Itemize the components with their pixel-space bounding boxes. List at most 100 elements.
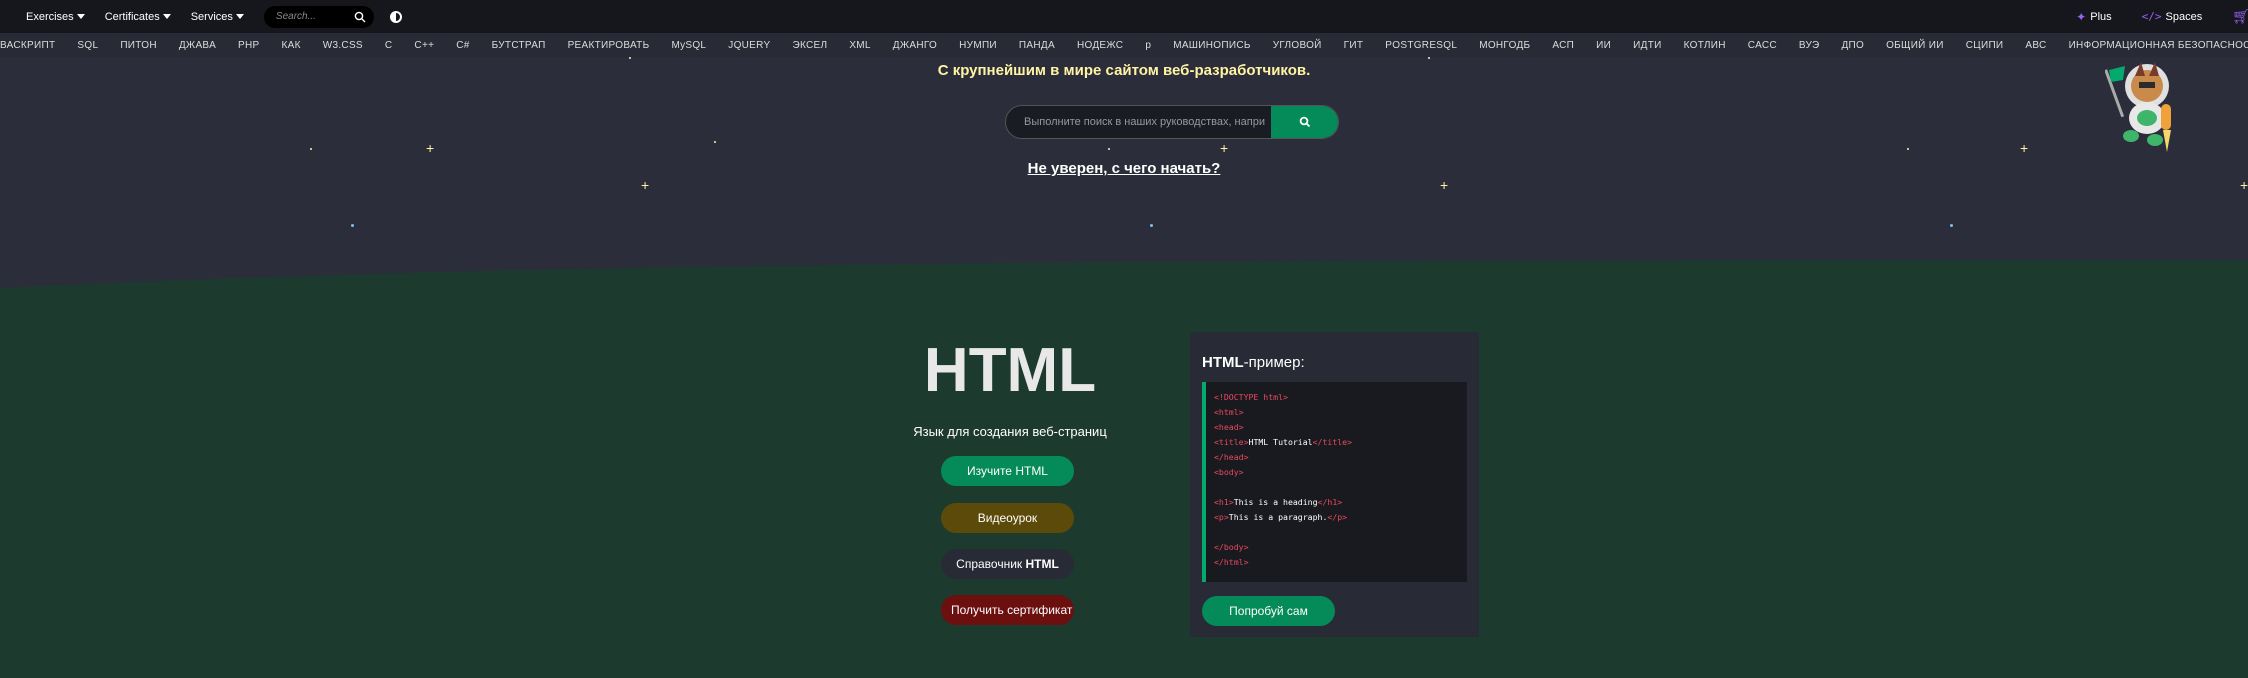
subnav-link[interactable]: XML [838, 40, 881, 51]
top-navbar: Exercises Certificates Services ✦Plus </… [0, 0, 2248, 33]
subnav-link[interactable]: ДЖАНГО [882, 40, 948, 51]
subnav-link[interactable]: АСП [1541, 40, 1585, 51]
code-line: <body> [1214, 465, 1467, 480]
code-line: <html> [1214, 405, 1467, 420]
code-line: <p>This is a paragraph.</p> [1214, 510, 1467, 525]
html-example-box: HTML-пример: <!DOCTYPE html> <html> <head>… [1190, 332, 1479, 637]
subnav-link[interactable]: MySQL [660, 40, 717, 51]
subnav-link[interactable]: ДПО [1830, 40, 1875, 51]
hero-search-input[interactable] [1006, 115, 1271, 129]
chevron-down-icon [76, 14, 85, 19]
subnav-link[interactable]: W3.CSS [312, 40, 374, 51]
code-icon: </> [2141, 10, 2162, 23]
subnav-link[interactable]: БУТСТРАП [481, 40, 557, 51]
exercises-menu[interactable]: Exercises [26, 11, 85, 23]
subnav-link[interactable]: ИИ [1585, 40, 1622, 51]
search-icon[interactable] [354, 11, 366, 23]
tutorial-subnav: ВАСКРИПТ SQL ПИТОН ДЖАВА PHP КАК W3.CSS С С++ C# Б… [0, 33, 2248, 57]
sparkle-icon: ✦ [2076, 9, 2087, 24]
video-tutorial-button[interactable]: Видеоурок [941, 503, 1074, 533]
code-tag: <body> [1214, 467, 1244, 477]
code-line: <head> [1214, 420, 1467, 435]
code-tag: </title> [1312, 437, 1353, 447]
spaces-link[interactable]: </> Spaces [2142, 10, 2203, 23]
subnav-link[interactable]: НУМПИ [948, 40, 1008, 51]
subnav-link[interactable]: ИНФОРМАЦИОННАЯ БЕЗОПАСНОСТЬ [2058, 40, 2248, 51]
subnav-link[interactable]: ИДТИ [1622, 40, 1672, 51]
chevron-down-icon [235, 14, 244, 19]
subnav-link[interactable]: SQL [66, 40, 109, 51]
code-tag: </body> [1214, 542, 1249, 552]
code-line: <!DOCTYPE html> [1214, 390, 1467, 405]
subnav-link[interactable]: АВС [2014, 40, 2057, 51]
subnav-link[interactable]: ПИТОН [109, 40, 168, 51]
subnav-link[interactable]: НОДЕЖС [1066, 40, 1134, 51]
subnav-link[interactable]: р [1134, 40, 1162, 51]
subnav-link[interactable]: ГИТ [1333, 40, 1375, 51]
top-search-input[interactable] [273, 10, 358, 23]
subnav-link[interactable]: ВАСКРИПТ [0, 40, 66, 51]
chevron-down-icon [162, 14, 171, 19]
code-line: </head> [1214, 450, 1467, 465]
get-certificate-button[interactable]: Получить сертификат [941, 595, 1074, 625]
code-line: <title>HTML Tutorial</title> [1214, 435, 1467, 450]
code-tag: <head> [1214, 422, 1244, 432]
subnav-link[interactable]: ДЖАВА [168, 40, 227, 51]
html-subtitle: Язык для создания веб-страниц [913, 424, 1107, 439]
subnav-link[interactable]: JQUERY [717, 40, 781, 51]
search-icon [1299, 116, 1310, 128]
subnav-link[interactable]: ПАНДА [1008, 40, 1066, 51]
code-tag: <!DOCTYPE html> [1214, 392, 1288, 402]
subnav-link[interactable]: МОНГОДБ [1468, 40, 1541, 51]
subnav-link[interactable]: ОБЩИЙ ИИ [1875, 40, 1955, 51]
try-it-yourself-button[interactable]: Попробуй сам [1202, 596, 1335, 626]
hero-tagline: С крупнейшим в мире сайтом веб-разработч… [937, 62, 1311, 79]
plus-link[interactable]: ✦ Plus [2076, 10, 2111, 24]
code-line: </body> [1214, 540, 1467, 555]
top-search-box [263, 5, 374, 28]
subnav-link[interactable]: ВУЭ [1788, 40, 1831, 51]
subnav-link[interactable]: САСС [1737, 40, 1788, 51]
code-text: HTML Tutorial [1248, 437, 1313, 447]
code-tag: <h1> [1214, 497, 1234, 507]
subnav-link[interactable]: РЕАКТИРОВАТЬ [557, 40, 661, 51]
subnav-link[interactable]: МАШИНОПИСЬ [1162, 40, 1262, 51]
code-text: This is a paragraph. [1228, 512, 1328, 522]
subnav-link[interactable]: C# [445, 40, 480, 51]
green-section-background [0, 259, 2248, 678]
html-reference-button[interactable]: Справочник HTML [941, 549, 1074, 579]
code-tag: </head> [1214, 452, 1249, 462]
code-tag: <html> [1214, 407, 1244, 417]
subnav-link[interactable]: С++ [403, 40, 445, 51]
subnav-link[interactable]: ЭКСЕЛ [781, 40, 838, 51]
cart-link[interactable]: 🛒︎ [2232, 8, 2248, 25]
hero-search-box [1005, 105, 1339, 139]
subnav-link[interactable]: СЦИПИ [1955, 40, 2015, 51]
code-tag: <title> [1214, 437, 1249, 447]
subnav-link[interactable]: PHP [227, 40, 270, 51]
theme-toggle-icon[interactable] [389, 10, 402, 23]
hero-search-button[interactable] [1271, 106, 1338, 138]
subnav-link[interactable]: КАК [271, 40, 312, 51]
not-sure-link[interactable]: Не уверен, с чего начать? [0, 160, 2248, 177]
subnav-link[interactable]: С [374, 40, 404, 51]
subnav-link[interactable]: POSTGRESQL [1374, 40, 1468, 51]
code-sample: <!DOCTYPE html> <html> <head> <title>HTML T… [1202, 382, 1467, 582]
subnav-link[interactable]: КОТЛИН [1673, 40, 1737, 51]
example-title: HTML-пример: [1202, 354, 1305, 371]
code-tag: <p> [1214, 512, 1229, 522]
code-tag: </p> [1327, 512, 1348, 522]
code-text: This is a heading [1233, 497, 1318, 507]
code-line: <h1>This is a heading</h1> [1214, 495, 1467, 510]
learn-html-button[interactable]: Изучите HTML [941, 456, 1074, 486]
cart-icon: 🛒︎ [2232, 8, 2248, 24]
code-tag: </h1> [1317, 497, 1343, 507]
code-line: </html> [1214, 555, 1467, 570]
certificates-menu[interactable]: Certificates [105, 11, 171, 23]
subnav-link[interactable]: УГЛОВОЙ [1262, 40, 1333, 51]
code-tag: </html> [1214, 557, 1249, 567]
mascot-astronaut-icon [2105, 62, 2171, 152]
services-menu[interactable]: Services [191, 11, 244, 23]
